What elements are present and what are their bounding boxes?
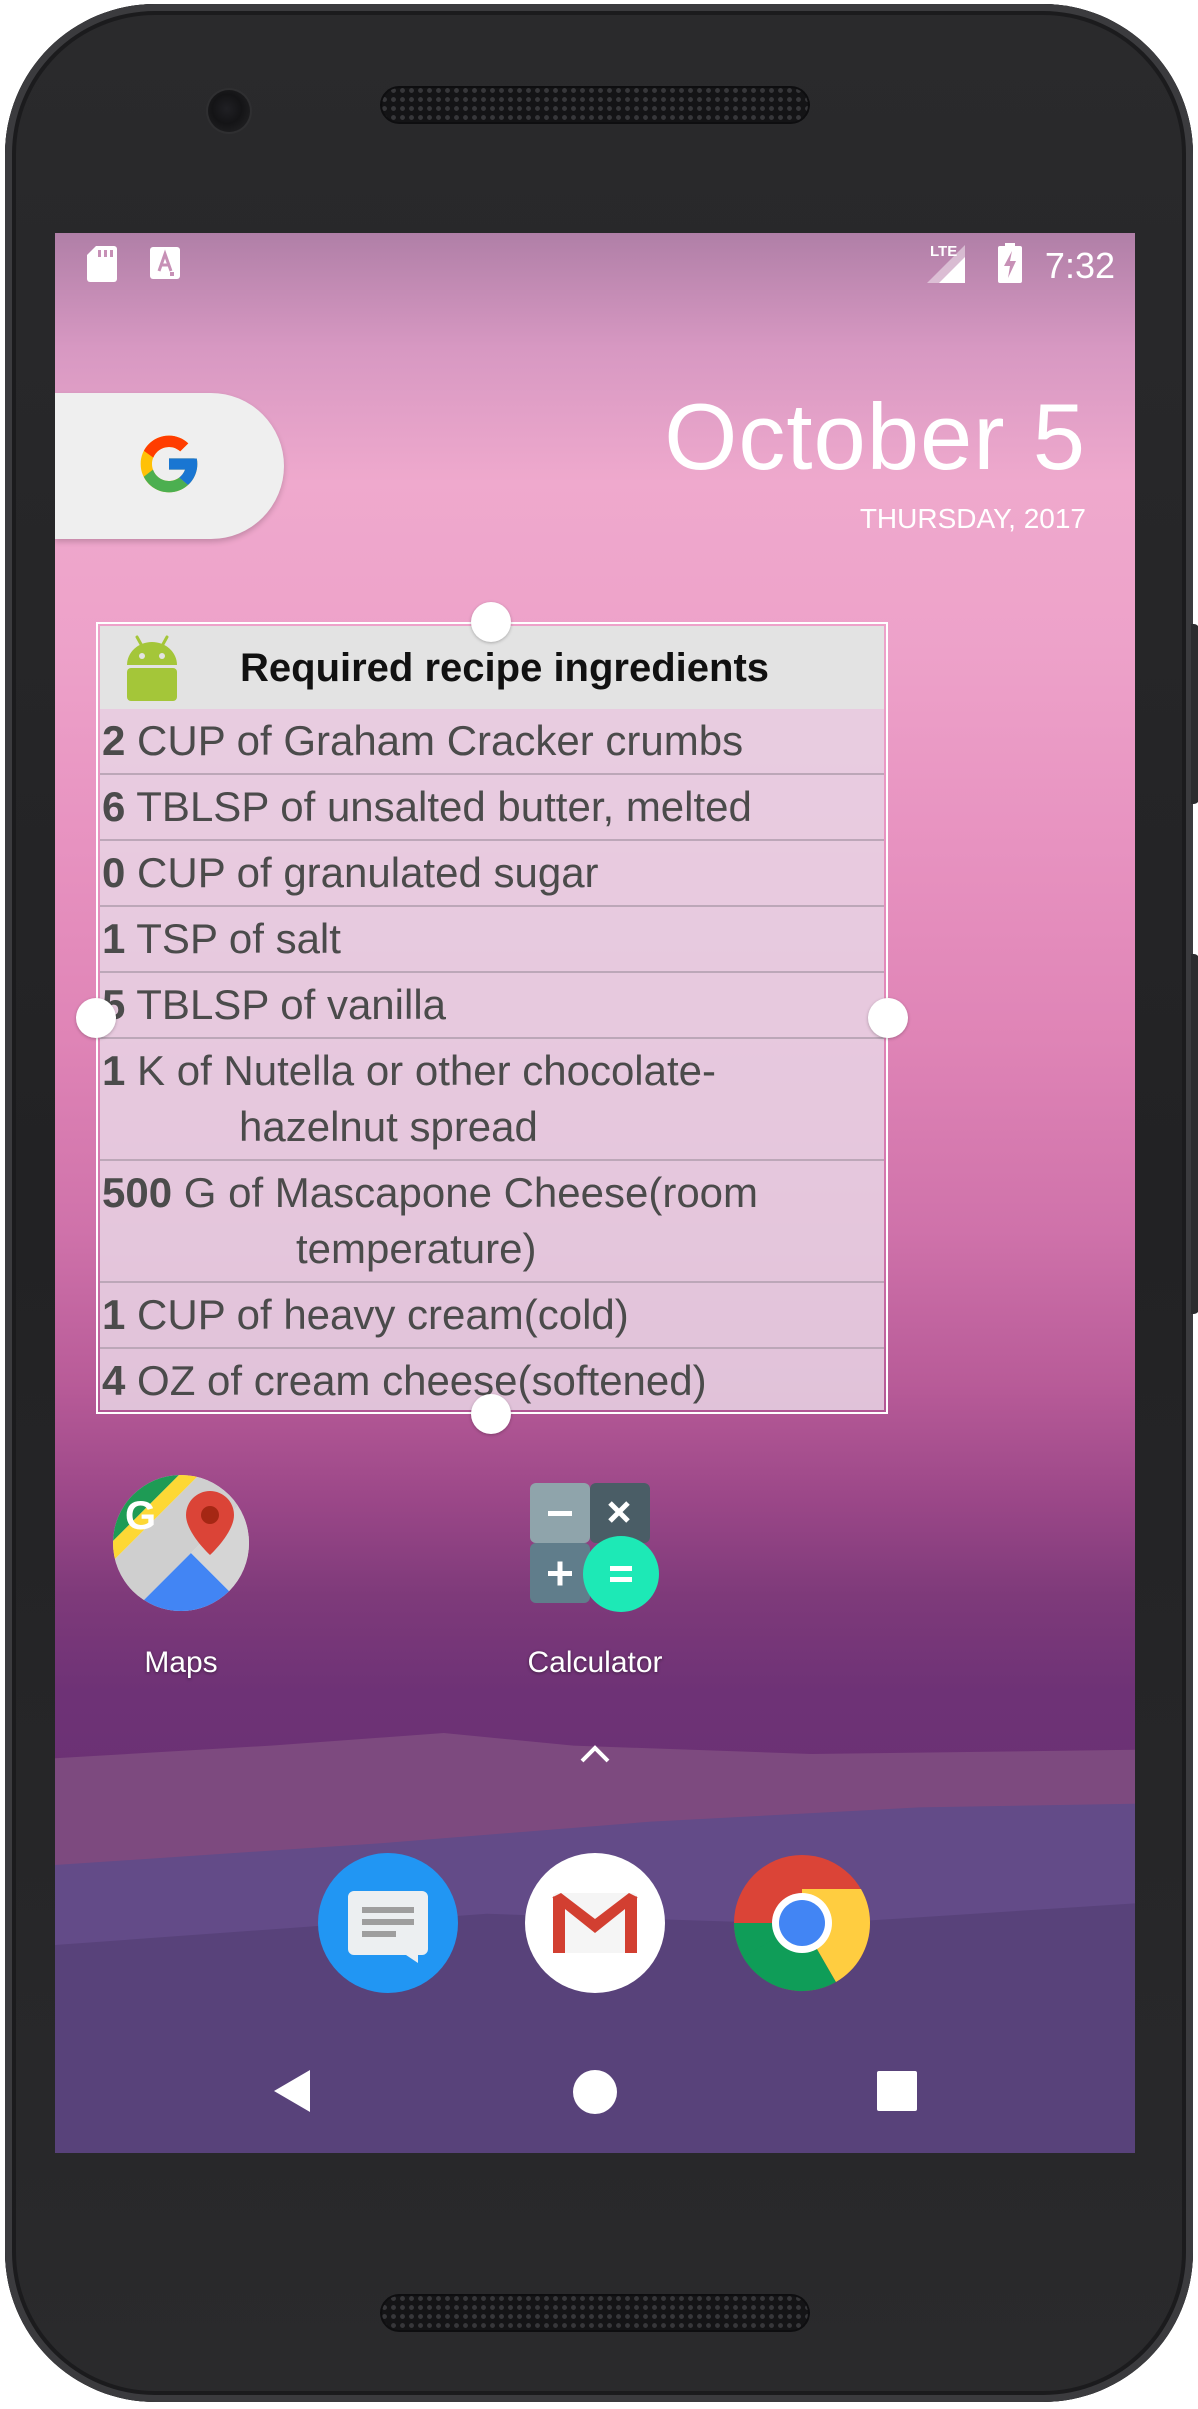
ingredient-row: 1 TSP of salt [100, 907, 884, 973]
ingredient-text: G of Mascapone Cheese(room [183, 1169, 759, 1216]
messages-icon [348, 1891, 428, 1963]
front-camera [208, 90, 250, 132]
ingredient-row: 6 TBLSP of unsalted butter, melted [100, 775, 884, 841]
ingredient-text: CUP of heavy cream(cold) [137, 1291, 629, 1338]
nav-recents-icon[interactable] [877, 2071, 917, 2111]
widget-title: Required recipe ingredients [240, 646, 770, 690]
dock-app-gmail[interactable] [525, 1853, 665, 1993]
dock-app-chrome[interactable] [732, 1853, 872, 1993]
resize-handle-bottom[interactable] [471, 1394, 511, 1434]
nav-back-icon[interactable] [272, 2068, 312, 2114]
ingredient-qty: 1 [102, 1047, 126, 1094]
ingredient-text: OZ of cream cheese(softened) [137, 1357, 707, 1404]
status-bar: LTE 7:32 [55, 233, 1135, 295]
nav-home-icon[interactable] [572, 2069, 618, 2115]
ingredient-qty: 2 [102, 717, 126, 764]
ingredient-qty: 1 [102, 915, 126, 962]
android-icon [127, 635, 177, 701]
dock-app-messages[interactable] [318, 1853, 458, 1993]
ingredient-text-continued: temperature) [296, 1225, 537, 1272]
top-speaker [380, 86, 810, 124]
svg-text:G: G [125, 1494, 156, 1538]
ingredient-qty: 1 [102, 1291, 126, 1338]
calculator-icon [530, 1483, 659, 1612]
ingredient-text: CUP of Graham Cracker crumbs [137, 717, 744, 764]
maps-icon: G [113, 1475, 249, 1611]
resize-handle-left[interactable] [76, 998, 116, 1038]
volume-button [1191, 954, 1198, 1314]
ingredient-row: 500 G of Mascapone Cheese(room temperatu… [100, 1161, 884, 1283]
ingredient-qty: 500 [102, 1169, 173, 1216]
google-search-widget[interactable] [55, 393, 284, 539]
ingredient-text-continued: hazelnut spread [239, 1103, 538, 1150]
battery-charging-icon [998, 243, 1022, 283]
app-maps[interactable]: G [111, 1473, 251, 1613]
app-calculator[interactable] [530, 1483, 660, 1613]
ingredient-row: 2 CUP of Graham Cracker crumbs [100, 709, 884, 775]
resize-handle-top[interactable] [471, 602, 511, 642]
app-label-calculator: Calculator [527, 1646, 663, 1679]
google-g-icon [140, 435, 198, 493]
clock-widget-date[interactable]: October 5 [664, 383, 1086, 491]
bottom-speaker [380, 2294, 810, 2332]
ingredient-text: TBLSP of unsalted butter, melted [136, 783, 752, 830]
lte-signal-icon [927, 245, 965, 283]
ingredient-text: TBLSP of vanilla [136, 981, 447, 1028]
recipe-ingredients-widget[interactable]: Required recipe ingredients 2 CUP of Gra… [96, 622, 888, 1414]
ingredient-row: 5 TBLSP of vanilla [100, 973, 884, 1039]
resize-handle-right[interactable] [868, 998, 908, 1038]
app-drawer-chevron-up-icon[interactable] [576, 1741, 614, 1765]
home-screen: LTE 7:32 October 5 THURSDAY, 2017 Requir… [55, 233, 1135, 2153]
chrome-icon [734, 1855, 871, 1992]
ingredient-qty: 6 [102, 783, 126, 830]
ingredient-text: TSP of salt [136, 915, 341, 962]
ingredient-qty: 0 [102, 849, 126, 896]
ingredient-row: 1 CUP of heavy cream(cold) [100, 1283, 884, 1349]
ingredient-row: 1 K of Nutella or other chocolate- hazel… [100, 1039, 884, 1161]
widget-body: Required recipe ingredients 2 CUP of Gra… [100, 626, 884, 1410]
gmail-icon [552, 1893, 638, 1953]
status-clock: 7:32 [1044, 245, 1115, 286]
app-label-maps: Maps [144, 1646, 218, 1679]
ingredient-text: CUP of granulated sugar [137, 849, 599, 896]
clock-widget-weekday: THURSDAY, 2017 [859, 503, 1086, 534]
sd-card-icon [87, 246, 117, 282]
ingredient-row: 0 CUP of granulated sugar [100, 841, 884, 907]
power-button [1191, 624, 1198, 804]
ingredient-text: K of Nutella or other chocolate- [137, 1047, 717, 1094]
ingredient-qty: 4 [102, 1357, 126, 1404]
text-a-icon [150, 247, 180, 279]
